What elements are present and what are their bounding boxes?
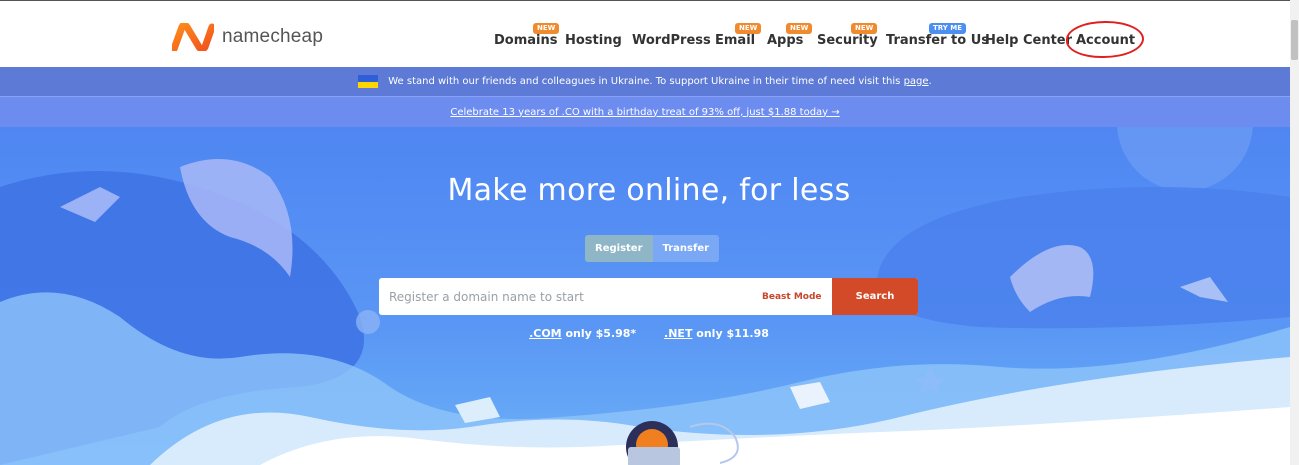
search-button[interactable]: Search (832, 278, 918, 315)
nav-apps[interactable]: Apps (767, 33, 803, 48)
promo-banner: Celebrate 13 years of .CO with a birthda… (0, 96, 1290, 127)
promo-link[interactable]: Celebrate 13 years of .CO with a birthda… (450, 107, 839, 118)
namecheap-logo[interactable]: namecheap (172, 23, 323, 51)
hero-section: Make more online, for less Register Tran… (0, 127, 1290, 465)
net-price[interactable]: .NET only $11.98 (664, 327, 769, 340)
ukraine-banner: We stand with our friends and colleagues… (0, 67, 1290, 96)
tab-transfer[interactable]: Transfer (652, 235, 720, 262)
nav-security[interactable]: Security (817, 33, 878, 48)
ukraine-banner-text: We stand with our friends and colleagues… (388, 76, 932, 87)
account-annotation-circle (1066, 21, 1144, 58)
tab-register[interactable]: Register (585, 235, 653, 262)
tld-prices: .COM only $5.98* .NET only $11.98 (0, 327, 1290, 340)
namecheap-logo-icon (172, 23, 214, 51)
ukraine-page-link[interactable]: page (904, 76, 929, 87)
brand-name: namecheap (222, 26, 324, 47)
nav-email[interactable]: Email (715, 33, 755, 48)
scrollbar-thumb[interactable] (1291, 20, 1298, 60)
com-price[interactable]: .COM only $5.98* (529, 327, 636, 340)
beast-mode-link[interactable]: Beast Mode (762, 278, 832, 315)
nav-domains[interactable]: Domains (494, 33, 558, 48)
site-header: namecheap NEW Domains Hosting WordPress … (0, 0, 1290, 67)
nav-wordpress[interactable]: WordPress (632, 33, 711, 48)
domain-search-box: Beast Mode Search (379, 278, 918, 315)
ukraine-flag-icon (358, 75, 379, 88)
domain-search-input[interactable] (379, 278, 762, 315)
nav-transfer[interactable]: Transfer to Us (886, 33, 989, 48)
search-mode-tabs: Register Transfer (585, 235, 720, 262)
nav-help-center[interactable]: Help Center (985, 33, 1072, 48)
nav-hosting[interactable]: Hosting (565, 33, 622, 48)
hero-title: Make more online, for less (447, 173, 851, 208)
page-scrollbar[interactable] (1290, 0, 1299, 465)
